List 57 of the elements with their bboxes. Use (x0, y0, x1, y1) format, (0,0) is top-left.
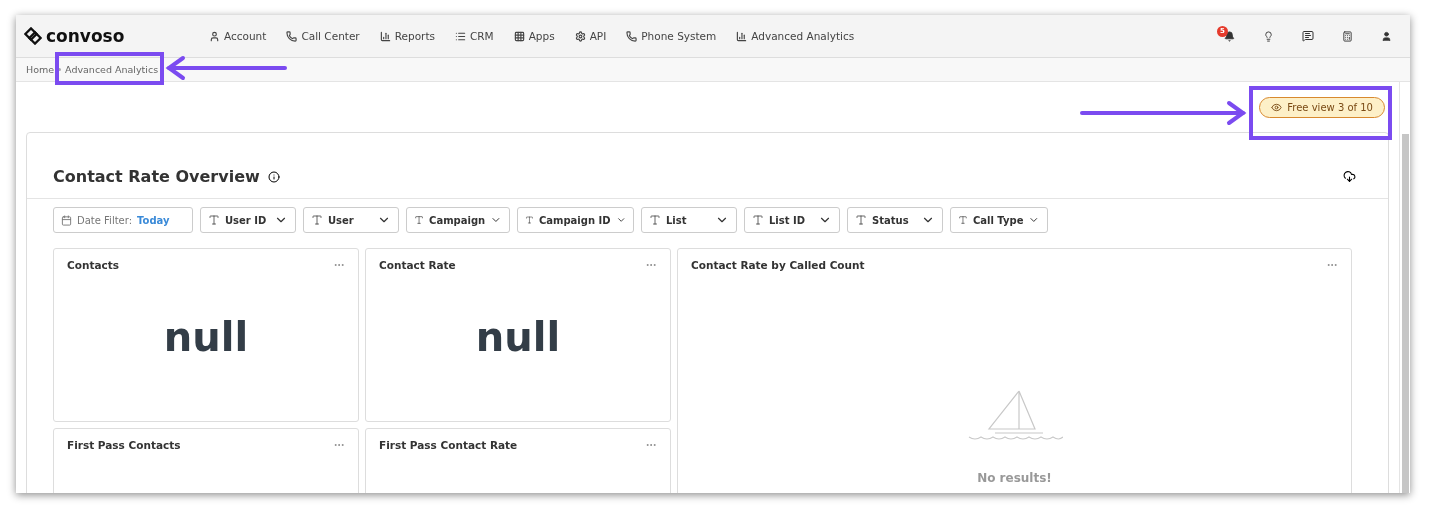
bar-chart-icon (379, 30, 391, 42)
filter-dropdown[interactable]: List (641, 207, 737, 233)
tile-title: Contact Rate by Called Count (691, 259, 865, 271)
tile-title: Contacts (67, 259, 119, 271)
logo-icon (24, 27, 42, 45)
logo: convoso (24, 26, 209, 46)
nav-link[interactable]: Phone System (626, 30, 717, 42)
breadcrumb-link[interactable]: Advanced Analytics (65, 64, 159, 75)
nav-link[interactable]: Reports (379, 30, 435, 42)
nav-link[interactable]: Advanced Analytics (736, 30, 855, 42)
settings-icon (574, 30, 586, 42)
filter-dropdown[interactable]: Campaign (406, 207, 510, 233)
cloud-download-icon[interactable] (1343, 170, 1356, 183)
tile-title: First Pass Contacts (67, 439, 181, 451)
text-type-icon (525, 214, 534, 226)
metric-value: null (162, 313, 250, 362)
tile-title: Contact Rate (379, 259, 456, 271)
text-type-icon (752, 214, 764, 226)
nav-link[interactable]: Apps (513, 30, 555, 42)
grid-icon (513, 30, 525, 42)
text-type-icon (649, 214, 661, 226)
breadcrumb-link[interactable]: Home (26, 64, 55, 75)
nav-link[interactable]: Call Center (286, 30, 360, 42)
sailboat-icon (966, 389, 1063, 443)
eye-icon (1271, 101, 1283, 113)
bar-chart-icon (736, 30, 748, 42)
messages-icon[interactable] (1302, 30, 1314, 42)
filter-dropdown[interactable]: Call Type (950, 207, 1048, 233)
text-type-icon (855, 214, 867, 226)
filter-dropdown[interactable]: List ID (744, 207, 840, 233)
lightbulb-icon[interactable] (1263, 30, 1274, 42)
free-view-badge: Free view 3 of 10 (1259, 96, 1385, 118)
calendar-icon (61, 214, 72, 226)
user-icon (209, 30, 220, 42)
nav-link[interactable]: Account (209, 30, 267, 42)
filter-dropdown[interactable]: Status (847, 207, 943, 233)
filter-dropdown[interactable]: User ID (200, 207, 296, 233)
phone-icon (286, 30, 298, 42)
user-icon[interactable] (1381, 30, 1392, 42)
empty-state-message: No results! (977, 471, 1052, 485)
notifications-icon[interactable] (1224, 30, 1235, 42)
filter-dropdown[interactable]: Campaign ID (517, 207, 634, 233)
text-type-icon (958, 214, 968, 226)
dashboard-title: Contact Rate Overview (53, 167, 260, 186)
nav-link[interactable]: API (574, 30, 607, 42)
list-icon (454, 30, 466, 42)
tile-title: First Pass Contact Rate (379, 439, 518, 451)
filter-dropdown[interactable]: User (303, 207, 399, 233)
phone-icon (626, 30, 638, 42)
text-type-icon (311, 214, 323, 226)
metric-value: null (474, 313, 562, 362)
nav-link[interactable]: CRM (454, 30, 494, 42)
text-type-icon (208, 214, 220, 226)
text-type-icon (414, 214, 425, 226)
calculator-icon[interactable] (1342, 30, 1353, 42)
info-icon[interactable] (267, 170, 280, 183)
date-filter[interactable]: Date Filter: Today (53, 207, 193, 233)
